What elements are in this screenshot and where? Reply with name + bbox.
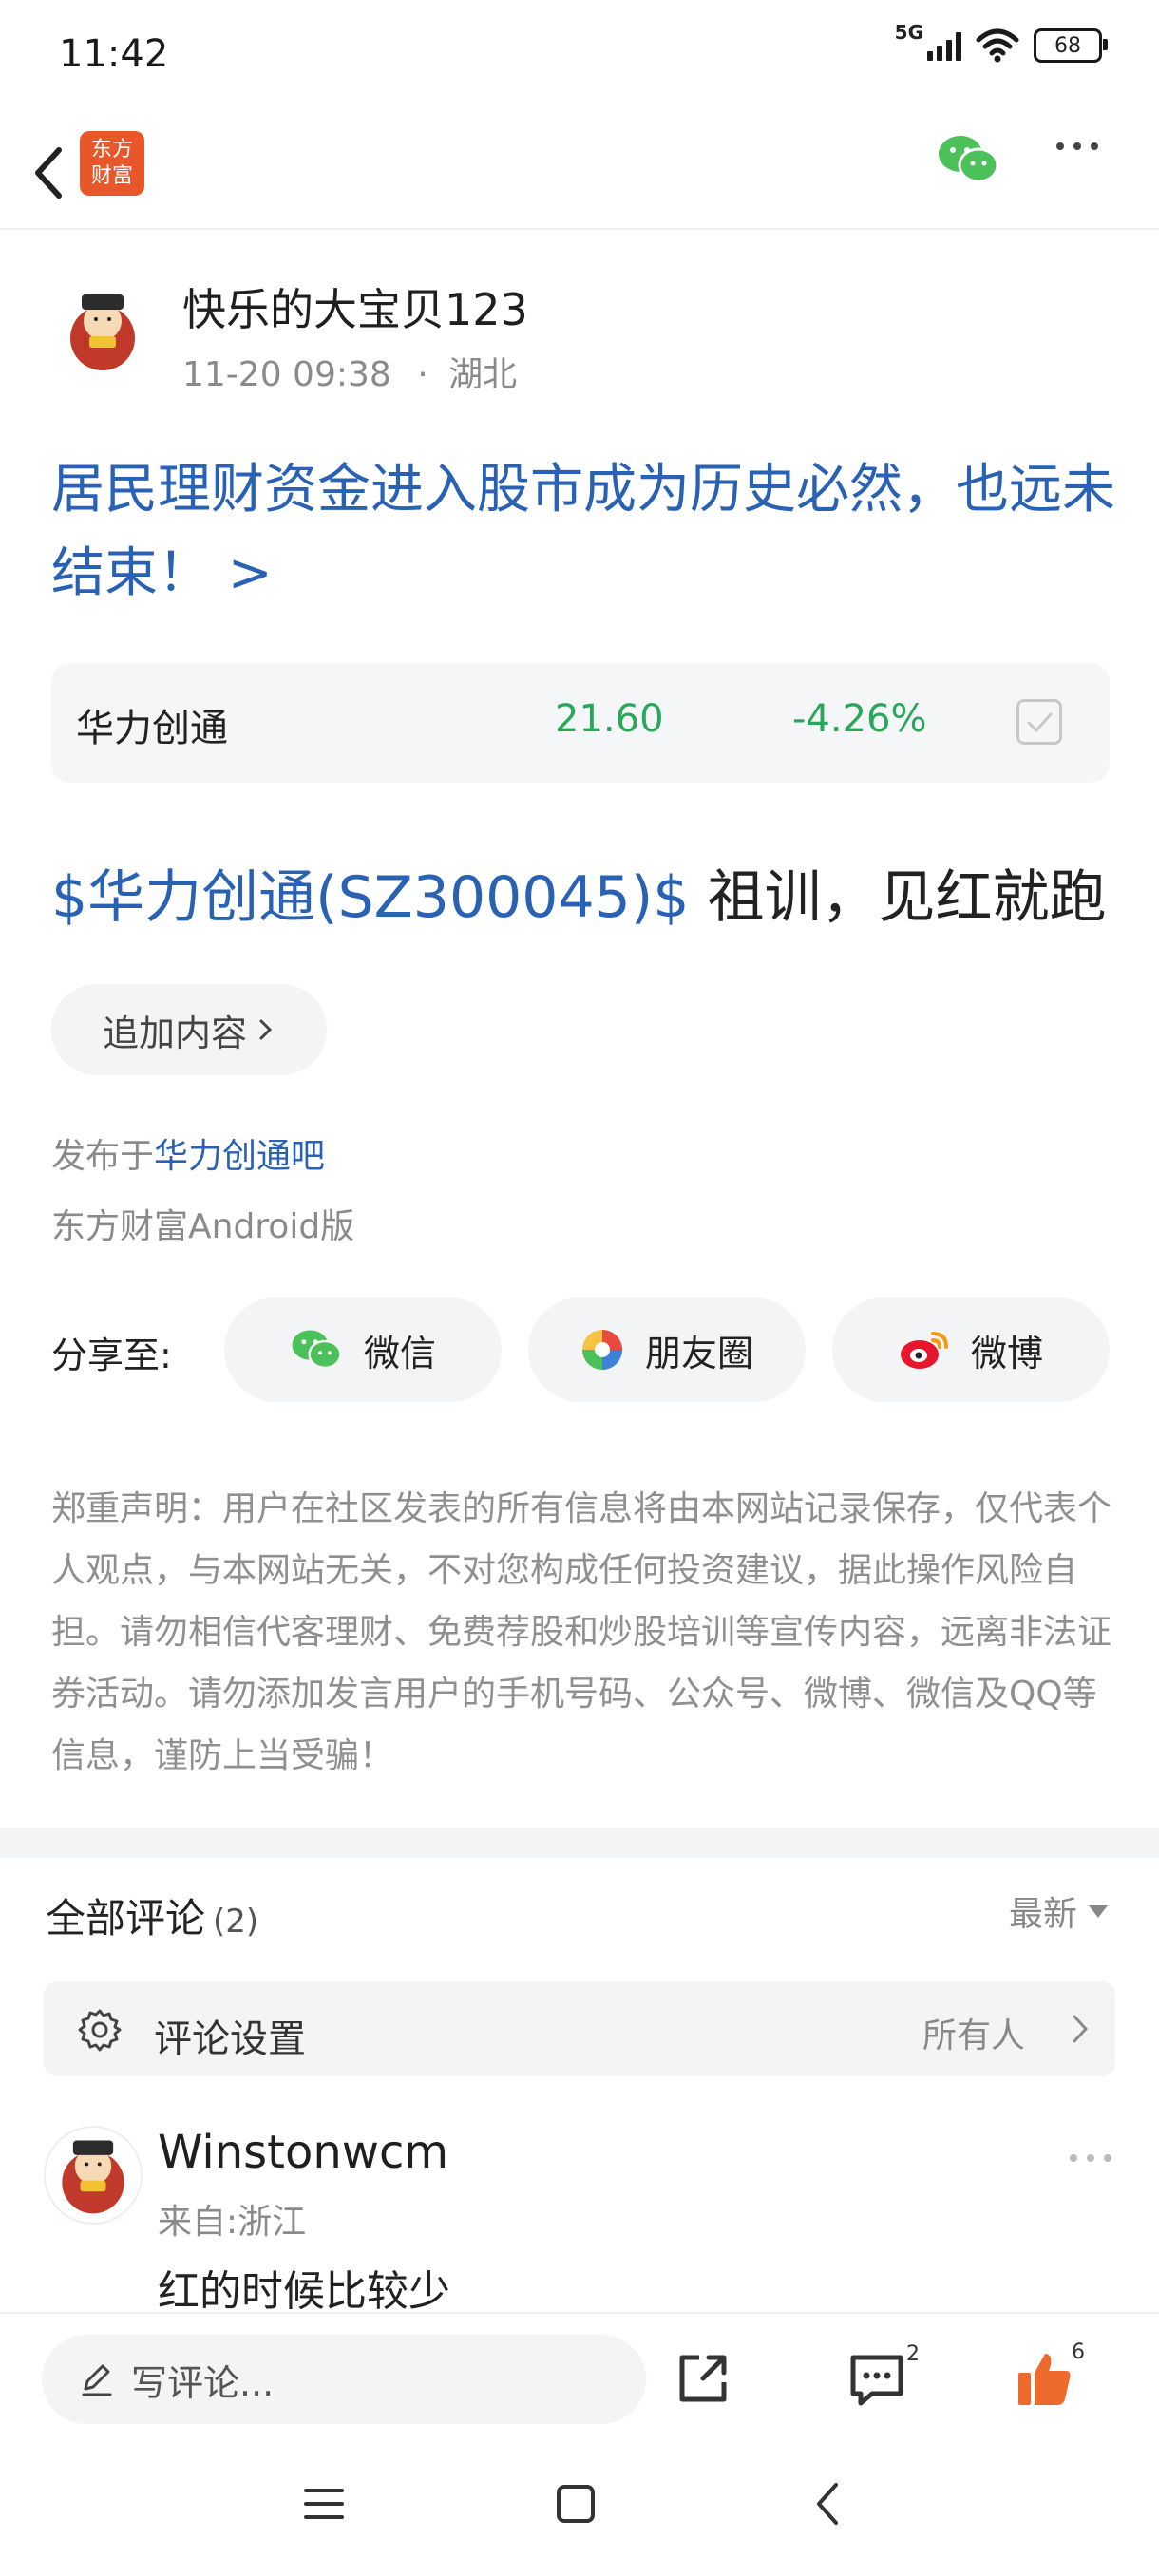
share-wechat-label: 微信 — [363, 1332, 436, 1374]
comments-button[interactable]: 2 — [847, 2342, 920, 2413]
stock-price: 21.60 — [555, 697, 664, 741]
section-divider — [0, 1828, 1159, 1858]
logo-line2: 财富 — [90, 164, 133, 188]
comment-more-button[interactable] — [1070, 2154, 1112, 2162]
add-watchlist-button[interactable] — [1016, 699, 1062, 745]
thumbs-up-icon — [1018, 2354, 1071, 2405]
stock-name: 华力创通 — [76, 707, 228, 750]
status-icons: 5G 68 — [895, 21, 1108, 63]
chevron-right-icon — [1073, 2015, 1089, 2043]
share-weibo-button[interactable]: 微博 — [832, 1297, 1110, 1402]
stock-card[interactable]: 华力创通 21.60 -4.26% — [51, 663, 1110, 783]
signal-icon — [927, 30, 961, 61]
action-bar: 写评论... 2 6 — [0, 2312, 1159, 2430]
back-nav-icon[interactable] — [813, 2481, 842, 2527]
status-time: 11:42 — [59, 32, 169, 76]
comment-placeholder: 写评论... — [131, 2361, 275, 2404]
home-icon[interactable] — [555, 2483, 597, 2525]
share-moments-button[interactable]: 朋友圈 — [528, 1297, 806, 1402]
append-label: 追加内容 — [102, 1012, 247, 1054]
logo-line1: 东方 — [90, 138, 133, 161]
post-body-text: 祖训，见红就跑 — [689, 864, 1107, 931]
post-location: 湖北 — [448, 355, 518, 394]
post-body: $华力创通(SZ300045)$ 祖训，见红就跑 — [51, 851, 1106, 934]
caret-down-icon — [1089, 1904, 1109, 1918]
wechat-icon — [292, 1330, 342, 1370]
sort-label: 最新 — [1009, 1895, 1078, 1934]
battery-level: 68 — [1054, 33, 1081, 58]
meta-separator: · — [417, 355, 428, 394]
author-meta: 11-20 09:38 · 湖北 — [182, 347, 517, 396]
like-count-badge: 6 — [1072, 2340, 1085, 2364]
app-logo[interactable]: 东方 财富 — [80, 131, 144, 196]
moments-icon — [581, 1330, 622, 1370]
share-moments-label: 朋友圈 — [644, 1332, 753, 1374]
check-icon — [1027, 712, 1053, 733]
append-content-button[interactable]: 追加内容 — [51, 984, 327, 1075]
pen-icon — [82, 2364, 112, 2396]
back-button[interactable] — [19, 135, 76, 211]
comment-count-badge: 2 — [906, 2342, 920, 2366]
post-time: 11-20 09:38 — [182, 355, 391, 394]
client-info: 东方财富Android版 — [51, 1207, 355, 1246]
weibo-icon — [900, 1332, 948, 1369]
wechat-share-button[interactable] — [937, 133, 999, 190]
wifi-icon — [976, 28, 1019, 63]
published-prefix: 发布于 — [51, 1137, 155, 1176]
comments-title-label: 全部评论 — [46, 1895, 206, 1941]
comment-text[interactable]: 红的时候比较少 — [158, 2257, 450, 2318]
commenter-location: 来自:浙江 — [158, 2203, 307, 2242]
published-in: 发布于华力创通吧 — [51, 1128, 325, 1178]
back-icon — [35, 147, 62, 199]
comment-input[interactable]: 写评论... — [42, 2335, 646, 2424]
comments-title: 全部评论 (2) — [46, 1886, 258, 1944]
share-button[interactable] — [674, 2350, 732, 2411]
battery-indicator: 68 — [1034, 28, 1108, 63]
comment-settings-bar[interactable]: 评论设置 所有人 — [44, 1981, 1115, 2076]
share-label: 分享至: — [51, 1335, 172, 1376]
bar-link[interactable]: 华力创通吧 — [154, 1137, 325, 1176]
wechat-icon — [939, 136, 999, 183]
avatar-image — [62, 2140, 124, 2214]
stock-tag-link[interactable]: $华力创通(SZ300045)$ — [51, 864, 689, 931]
share-icon — [679, 2355, 727, 2402]
settings-label: 评论设置 — [154, 2017, 306, 2061]
chevron-right-icon — [259, 1019, 273, 1040]
share-wechat-button[interactable]: 微信 — [224, 1297, 502, 1402]
avatar-image — [70, 294, 135, 370]
author-avatar[interactable] — [53, 281, 152, 380]
comments-count: (2) — [213, 1903, 259, 1941]
comment-icon — [850, 2355, 903, 2406]
commenter-name[interactable]: Winstonwcm — [158, 2126, 448, 2179]
sort-dropdown[interactable]: 最新 — [1009, 1886, 1109, 1936]
disclaimer: 郑重声明：用户在社区发表的所有信息将由本网站记录保存，仅代表个人观点，与本网站无… — [51, 1489, 1112, 1775]
more-button[interactable] — [1056, 142, 1098, 150]
post-title[interactable]: 居民理财资金进入股市成为历史必然，也远未结束！ > — [51, 448, 1115, 616]
menu-icon[interactable] — [302, 2485, 346, 2523]
system-nav-bar — [0, 2437, 1159, 2576]
network-label: 5G — [894, 21, 923, 44]
like-button[interactable]: 6 — [1015, 2340, 1085, 2413]
gear-icon — [78, 2009, 122, 2052]
commenter-avatar[interactable] — [44, 2126, 142, 2225]
author-name[interactable]: 快乐的大宝贝123 — [182, 275, 528, 338]
settings-value: 所有人 — [922, 2017, 1026, 2055]
share-weibo-label: 微博 — [970, 1332, 1043, 1374]
stock-change: -4.26% — [792, 697, 927, 741]
